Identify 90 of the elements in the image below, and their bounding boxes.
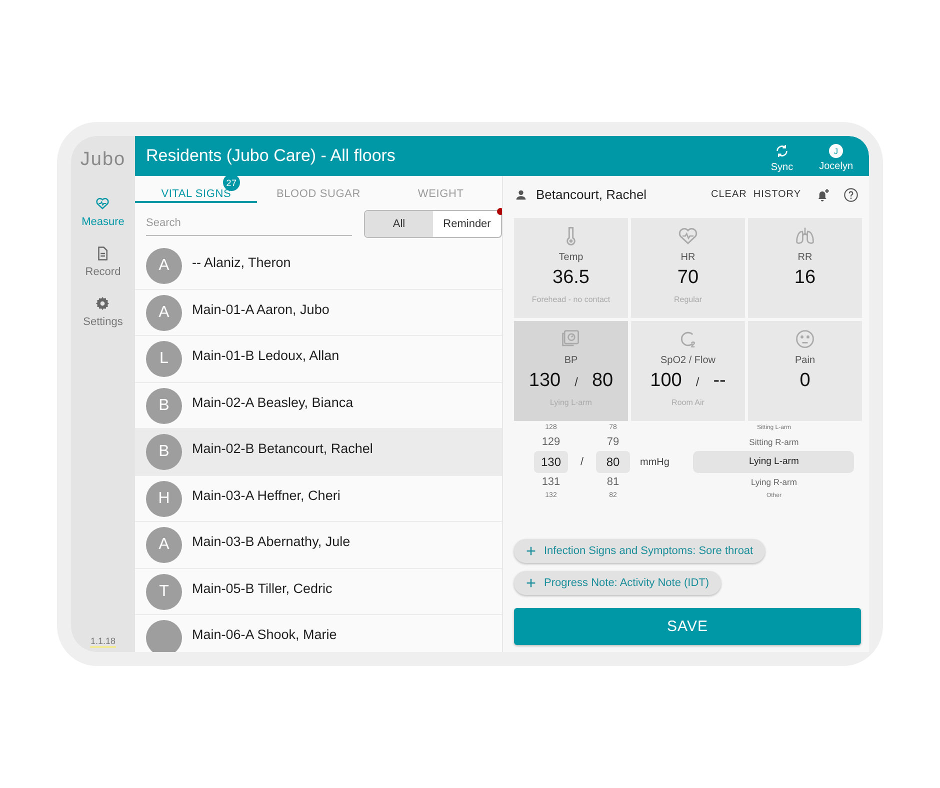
vital-value: 36.5 (552, 267, 590, 289)
vital-tile[interactable]: HR 70 Regular (631, 218, 745, 318)
resident-name: Main-05-B Tiller, Cedric (192, 580, 332, 596)
avatar: A (146, 294, 182, 330)
filter-toggle[interactable]: All (365, 211, 433, 237)
lungs-icon (794, 225, 816, 247)
vital-value: 16 (794, 267, 816, 289)
picker-option[interactable]: Lying R-arm (693, 473, 854, 491)
vital-value: 0 (800, 370, 810, 392)
add-note-chip[interactable]: Progress Note: Activity Note (IDT) (514, 571, 722, 595)
vital-label: Temp (558, 252, 584, 263)
filter-toggle[interactable]: Reminder (433, 211, 501, 237)
avatar (146, 620, 182, 652)
search-field[interactable]: Search (146, 212, 352, 236)
resident-row[interactable]: Main-06-A Shook, Marie (135, 615, 502, 652)
resident-row[interactable]: L Main-01-B Ledoux, Allan (135, 336, 502, 382)
avatar: A (146, 248, 182, 284)
resident-name: -- Alaniz, Theron (192, 255, 291, 270)
person-icon (514, 188, 528, 202)
avatar: T (146, 574, 182, 610)
plus-icon (526, 578, 536, 588)
resident-name: Main-01-B Ledoux, Allan (192, 348, 340, 363)
vital-tile[interactable]: Temp 36.5 Forehead - no contact (514, 218, 628, 318)
user-avatar: J (829, 144, 844, 158)
picker-option[interactable]: 80 (596, 451, 630, 473)
picker-option[interactable]: Sitting R-arm (693, 433, 854, 451)
vital-note: Room Air (672, 398, 704, 407)
avatar: H (146, 480, 182, 516)
picker-option[interactable]: Lying L-arm (693, 451, 854, 473)
sync-icon (774, 143, 790, 159)
resident-name: Main-01-A Aaron, Jubo (192, 302, 330, 316)
page-title: Residents (Jubo Care) - All floors (146, 146, 396, 166)
resident-name: Main-02-B Betancourt, Rachel (192, 441, 373, 456)
unit-label: mmHg (640, 456, 670, 468)
separator: / (579, 456, 585, 468)
separator: / (574, 375, 578, 389)
separator: / (696, 375, 700, 389)
resident-row[interactable]: A -- Alaniz, Theron (135, 243, 502, 290)
resident-name: Main-06-A Shook, Marie (192, 627, 337, 642)
resident-row[interactable]: T Main-05-B Tiller, Cedric (135, 568, 502, 615)
sidebar-item[interactable]: Settings (83, 296, 123, 328)
vital-note: Forehead - no contact (532, 295, 610, 304)
resident-name: Main-03-B Abernathy, Jule (192, 534, 350, 549)
vital-tile[interactable]: RR 16 (748, 218, 862, 318)
avatar: A (146, 527, 182, 563)
vital-label: Pain (794, 355, 815, 366)
vital-tile[interactable]: SpO2 / Flow 100 / -- Room Air (631, 321, 745, 421)
save-button[interactable]: SAVE (514, 608, 861, 645)
resident-name: Betancourt, Rachel (536, 187, 648, 202)
count-badge: 27 (223, 176, 240, 191)
vital-value: -- (713, 370, 726, 392)
picker-option[interactable]: 129 (538, 433, 564, 451)
version-label: 1.1.18 (90, 636, 116, 648)
resident-row[interactable]: B Main-02-B Betancourt, Rachel (135, 429, 502, 476)
document-icon (95, 246, 110, 261)
settings-icon (95, 296, 110, 311)
app-logo: Jubo (80, 149, 126, 171)
pain-face-icon (794, 328, 816, 350)
vital-label: RR (798, 252, 812, 263)
heart-pulse-icon (677, 225, 699, 247)
vital-label: HR (680, 252, 696, 263)
resident-row[interactable]: A Main-01-A Aaron, Jubo (135, 290, 502, 336)
vital-value: 80 (592, 370, 614, 392)
plus-icon (526, 546, 536, 556)
avatar: B (146, 434, 182, 470)
vital-value: 130 (528, 370, 561, 392)
resident-name: Main-03-A Heffner, Cheri (192, 488, 340, 502)
heart-pulse-icon (95, 196, 110, 211)
vital-value: 100 (650, 370, 682, 392)
help-icon (843, 186, 859, 202)
vital-label: SpO2 / Flow (660, 355, 716, 366)
picker-option[interactable]: 130 (534, 451, 568, 473)
vital-label: BP (564, 355, 578, 366)
resident-name: Main-02-A Beasley, Bianca (192, 394, 354, 410)
resident-row[interactable]: A Main-03-B Abernathy, Jule (135, 522, 502, 568)
vital-note: Regular (674, 295, 702, 304)
user-menu-button[interactable]: J Jocelyn (813, 140, 859, 172)
vital-tile[interactable]: Pain 0 (748, 321, 862, 421)
clear-history-button[interactable]: CLEAR HISTORY (707, 187, 805, 202)
sync-button[interactable]: Sync (764, 139, 800, 173)
tab[interactable]: VITAL SIGNS 27 (135, 176, 258, 203)
add-note-chip[interactable]: Infection Signs and Symptoms: Sore throat (514, 539, 766, 563)
sidebar-item[interactable]: Record (85, 246, 121, 278)
picker-option[interactable]: 131 (538, 473, 564, 491)
avatar: L (146, 341, 182, 377)
vital-value: 70 (677, 267, 699, 289)
picker-option[interactable]: 81 (604, 473, 622, 491)
picker-option[interactable]: 79 (604, 433, 622, 451)
avatar: B (146, 388, 182, 424)
resident-row[interactable]: H Main-03-A Heffner, Cheri (135, 476, 502, 522)
